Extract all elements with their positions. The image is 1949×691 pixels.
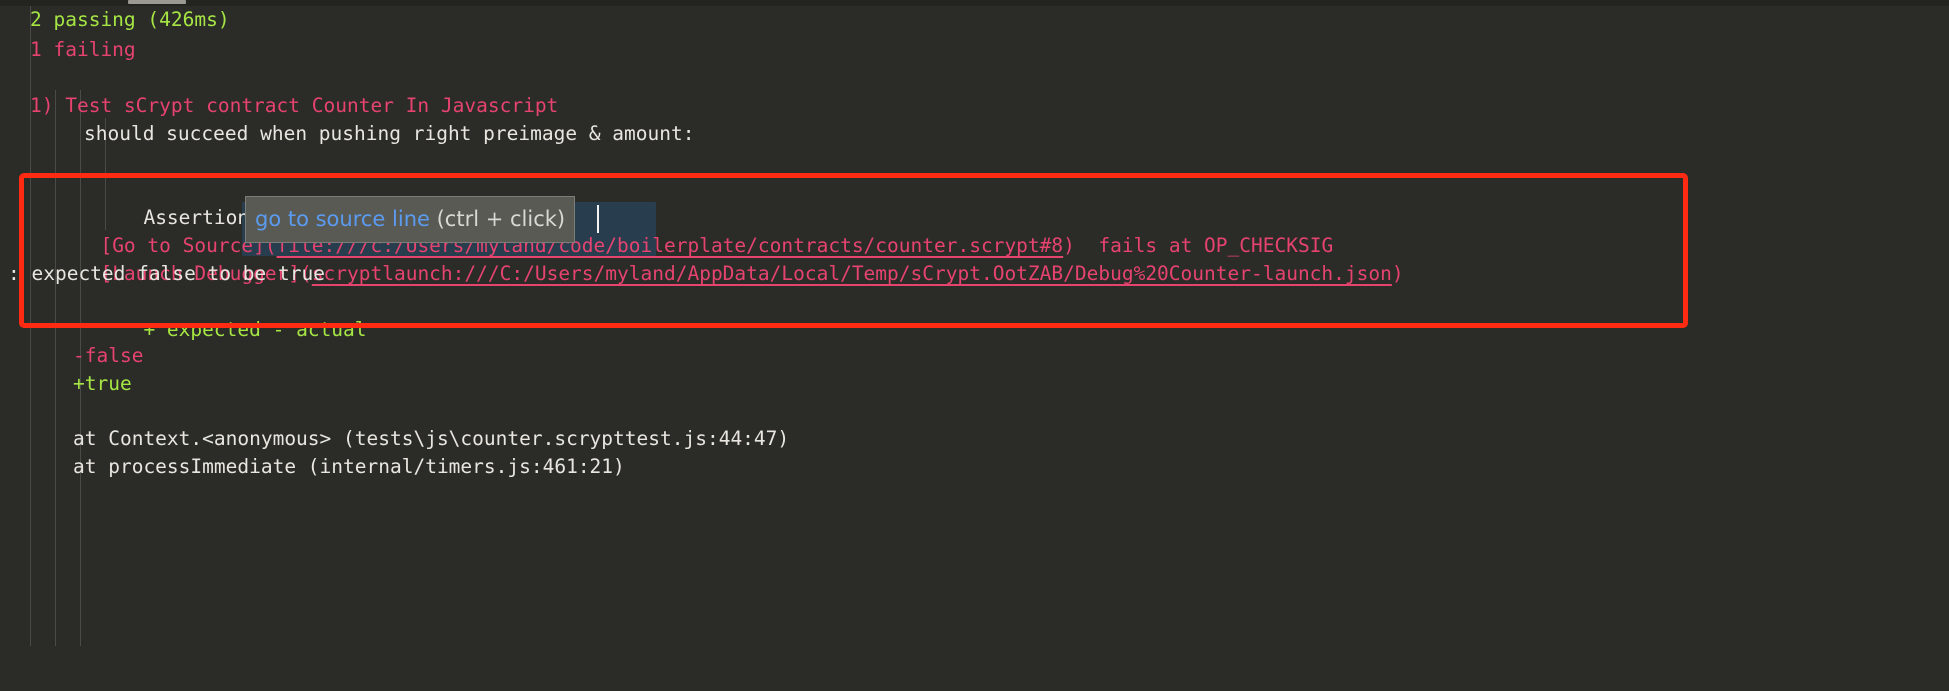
stack-frame: at Context.<anonymous> (tests\js\counter… bbox=[73, 427, 790, 450]
diff-legend-separator bbox=[261, 318, 273, 341]
failing-summary: 1 failing bbox=[30, 38, 136, 61]
failure-title: 1) Test sCrypt contract Counter In Javas… bbox=[30, 94, 559, 117]
diff-actual-value: -false bbox=[73, 344, 144, 367]
stack-frame: at processImmediate (internal/timers.js:… bbox=[73, 455, 625, 478]
launch-debugger-line[interactable]: [Launch Debugger](scryptlaunch:///C:/Use… bbox=[30, 232, 1403, 285]
diff-legend-expected: + expected bbox=[143, 318, 261, 341]
text-caret bbox=[597, 205, 599, 233]
launch-debugger-close-paren: ) bbox=[1391, 262, 1404, 285]
diff-expected-value: +true bbox=[73, 372, 132, 395]
active-tab-underline bbox=[128, 0, 186, 4]
expected-message: : expected false to be true bbox=[8, 262, 325, 285]
diff-legend-actual: - actual bbox=[272, 318, 367, 341]
tooltip-hint-text: (ctrl + click) bbox=[429, 207, 566, 231]
failure-test-name: should succeed when pushing right preima… bbox=[84, 122, 695, 145]
terminal-screen: 2 passing (426ms) 1 failing 1) Test sCry… bbox=[0, 0, 1949, 691]
indent-guide bbox=[55, 90, 56, 646]
passing-summary: 2 passing (426ms) bbox=[30, 8, 230, 31]
launch-debugger-link[interactable]: scryptlaunch:///C:/Users/myland/AppData/… bbox=[312, 262, 1392, 285]
tooltip-link-text: go to source line bbox=[255, 207, 430, 231]
go-to-source-tooltip: go to source line (ctrl + click) bbox=[245, 196, 576, 243]
go-to-source-line[interactable]: [Go to Source](file:///c:/Users/myland/c… bbox=[30, 204, 1333, 257]
diff-legend: + expected - actual bbox=[73, 288, 366, 341]
integrated-terminal-output[interactable]: 2 passing (426ms) 1 failing 1) Test sCry… bbox=[0, 6, 1949, 691]
